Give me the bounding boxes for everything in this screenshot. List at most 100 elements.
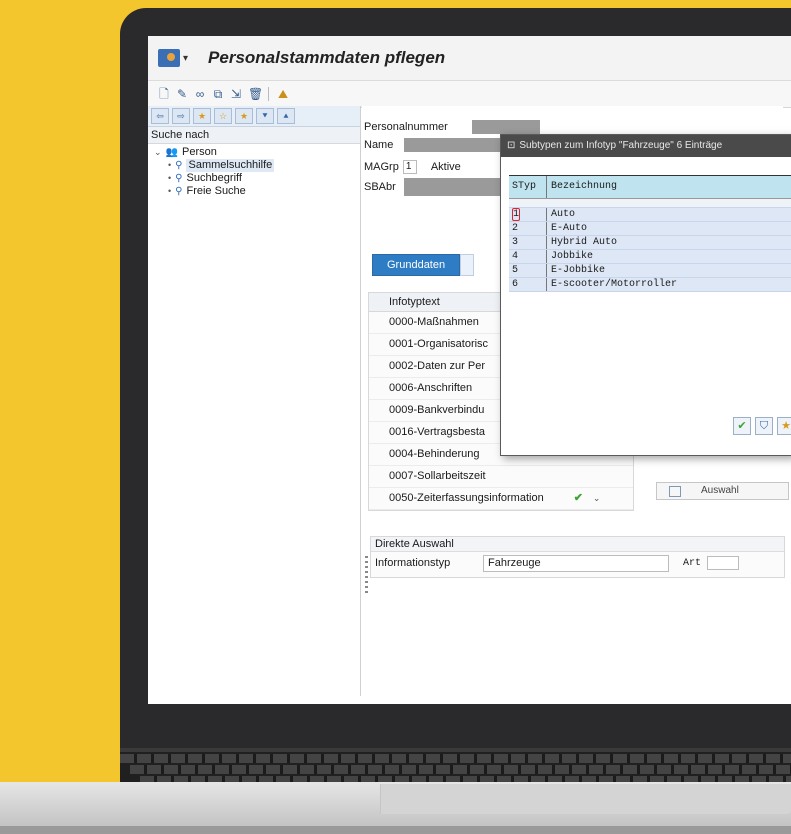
- tree-item-sammelsuchhilfe[interactable]: • ⚲ Sammelsuchhilfe: [154, 159, 360, 172]
- delete-trash-icon[interactable]: 🗑: [248, 88, 263, 100]
- bullet-icon: •: [168, 173, 172, 183]
- magrp-text: Aktive: [430, 161, 461, 173]
- cell-styp: 5: [509, 264, 547, 277]
- auswahl-button[interactable]: Auswahl: [656, 482, 789, 500]
- application-toolbar: 🗋 ✎ ∞ ⧉ ⇲ 🗑 ⛰: [148, 81, 791, 108]
- laptop-trackpad: [380, 784, 791, 814]
- splitter-handle[interactable]: [365, 556, 368, 596]
- copy-icon[interactable]: ⧉: [212, 88, 224, 100]
- chevron-down-icon[interactable]: ⌄: [593, 488, 601, 509]
- table-row[interactable]: 6 E-scooter/Motorroller: [509, 278, 791, 292]
- personalnummer-row: Personalnummer: [364, 120, 540, 134]
- key-row: [120, 754, 791, 763]
- binoculars-icon: ⚲: [175, 186, 183, 197]
- table-row[interactable]: 3 Hybrid Auto: [509, 236, 791, 250]
- display-glasses-icon[interactable]: ∞: [194, 88, 206, 100]
- auswahl-label: Auswahl: [701, 485, 739, 496]
- people-icon: 👥: [165, 147, 178, 158]
- cell-bezeichnung: E-scooter/Motorroller: [551, 279, 678, 290]
- infotype-row: Informationstyp Fahrzeuge Art: [371, 552, 784, 574]
- tabstrip: Grunddaten: [372, 254, 475, 276]
- column-header-styp[interactable]: STyp: [509, 176, 547, 198]
- favorite-icon[interactable]: ☆: [214, 108, 232, 124]
- name-label: Name: [364, 139, 394, 151]
- sap-menu-icon[interactable]: [158, 49, 180, 67]
- binoculars-icon: ⚲: [175, 173, 183, 184]
- cell-styp: 6: [509, 278, 547, 291]
- search-tree: ⌄ 👥 Person • ⚲ Sammelsuchhilfe • ⚲ Suchb…: [148, 144, 360, 198]
- cell-bezeichnung: Jobbike: [551, 251, 594, 262]
- cell-styp-value: 1: [512, 208, 521, 221]
- filter-icon[interactable]: ⛉: [755, 417, 773, 435]
- cell-bezeichnung: Auto: [551, 209, 576, 220]
- favorite-icon[interactable]: ★: [777, 417, 791, 435]
- cell-styp: 2: [509, 222, 547, 235]
- delimit-icon[interactable]: ⇲: [230, 88, 242, 100]
- magrp-label: MAGrp: [364, 161, 399, 173]
- back-arrow-icon[interactable]: ⇦: [151, 108, 169, 124]
- chevron-down-icon[interactable]: ▾: [183, 53, 188, 64]
- personalnummer-field[interactable]: [472, 120, 540, 134]
- sbabr-label: SBAbr: [364, 181, 396, 193]
- cell-styp: 1: [509, 208, 547, 221]
- tree-item-suchbegriff[interactable]: • ⚲ Suchbegriff: [154, 172, 360, 185]
- edit-pencil-icon[interactable]: ✎: [176, 88, 188, 100]
- chevron-down-icon[interactable]: ⌄: [154, 146, 162, 159]
- table-row[interactable]: 1 Auto: [509, 208, 791, 222]
- search-header: Suche nach: [148, 127, 360, 144]
- expand-down-icon[interactable]: ⯆: [256, 108, 274, 124]
- favorite-edit-icon[interactable]: ★: [235, 108, 253, 124]
- infotype-input[interactable]: Fahrzeuge: [483, 554, 669, 572]
- cell-bezeichnung: E-Auto: [551, 223, 588, 234]
- magrp-row: MAGrp 1 Aktive: [364, 160, 461, 174]
- page-title: Personalstammdaten pflegen: [208, 48, 446, 67]
- tree-item-freie-suche[interactable]: • ⚲ Freie Suche: [154, 185, 360, 198]
- subtype-dialog: ⊡ Subtypen zum Infotyp "Fahrzeuge" 6 Eint…: [500, 134, 791, 456]
- table-row[interactable]: 5 E-Jobbike: [509, 264, 791, 278]
- list-item[interactable]: 0007-Sollarbeitszeit: [369, 466, 633, 488]
- dialog-icon: ⊡: [507, 140, 516, 151]
- overview-person-icon[interactable]: ⛰: [277, 88, 289, 100]
- bullet-icon: •: [168, 186, 172, 196]
- key-row: [130, 765, 791, 774]
- table-row[interactable]: 4 Jobbike: [509, 250, 791, 264]
- cell-styp: 3: [509, 236, 547, 249]
- magrp-value: 1: [402, 160, 417, 174]
- cell-bezeichnung: E-Jobbike: [551, 265, 606, 276]
- toolbar-separator: [268, 87, 269, 101]
- infotype-label: Informationstyp: [375, 557, 451, 569]
- personalnummer-label: Personalnummer: [364, 121, 448, 133]
- table-spacer: [509, 199, 791, 208]
- direct-selection-header: Direkte Auswahl: [371, 537, 784, 552]
- title-bar: ▾ Personalstammdaten pflegen: [148, 36, 791, 81]
- subtype-table: STyp Bezeichnung 1 Auto 2 E-Auto 3 Hybri…: [509, 175, 791, 292]
- create-icon[interactable]: 🗋: [158, 88, 170, 100]
- forward-arrow-icon[interactable]: ⇨: [172, 108, 190, 124]
- tab-grunddaten[interactable]: Grunddaten: [372, 254, 461, 276]
- confirm-check-icon[interactable]: ✔: [733, 417, 751, 435]
- favorite-add-icon[interactable]: ★: [193, 108, 211, 124]
- tree-item-label: Sammelsuchhilfe: [186, 159, 275, 172]
- table-row[interactable]: 2 E-Auto: [509, 222, 791, 236]
- dialog-title: ⊡ Subtypen zum Infotyp "Fahrzeuge" 6 Eint…: [501, 135, 791, 157]
- tree-item-person[interactable]: ⌄ 👥 Person: [154, 146, 360, 159]
- dialog-title-text: Subtypen zum Infotyp "Fahrzeuge" 6 Eintr…: [519, 140, 723, 151]
- table-header: STyp Bezeichnung: [509, 176, 791, 199]
- binoculars-icon: ⚲: [175, 160, 183, 171]
- tab-next[interactable]: [460, 254, 475, 276]
- collapse-up-icon[interactable]: ⯅: [277, 108, 295, 124]
- list-item-selected[interactable]: 0050-Zeiterfassungsinformation ✔ ⌄: [369, 488, 633, 510]
- checkmark-icon: ✔: [573, 492, 583, 504]
- name-field: [404, 138, 504, 152]
- sbabr-row: SBAbr: [364, 178, 504, 196]
- tree-item-label: Suchbegriff: [186, 172, 242, 184]
- tree-item-label: Freie Suche: [186, 185, 246, 197]
- bullet-icon: •: [168, 160, 172, 170]
- column-header-bezeichnung[interactable]: Bezeichnung: [547, 176, 791, 198]
- cell-bezeichnung: Hybrid Auto: [551, 237, 618, 248]
- art-input[interactable]: [707, 556, 740, 570]
- list-item-label: 0050-Zeiterfassungsinformation: [389, 492, 544, 504]
- sbabr-field: [404, 178, 504, 196]
- art-label: Art: [683, 557, 702, 569]
- object-manager: ⇦ ⇨ ★ ☆ ★ ⯆ ⯅ Suche nach ⌄ 👥 Person • ⚲ …: [148, 106, 361, 696]
